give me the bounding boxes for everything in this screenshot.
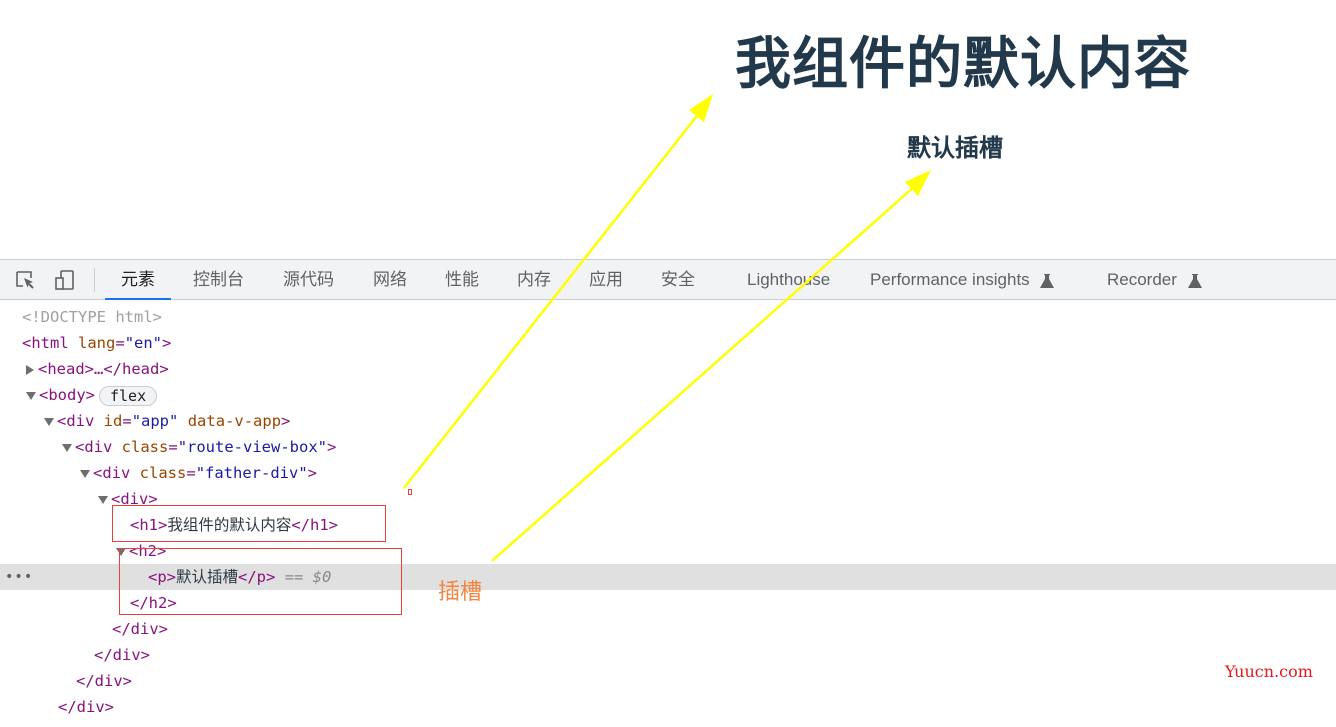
page-preview: 我组件的默认内容 默认插槽 [0,0,1336,259]
tree-node-div-close[interactable]: </div> [0,668,1336,694]
tab-network[interactable]: 网络 [373,260,407,299]
slot-annotation-label: 插槽 [438,580,483,605]
tree-node-div-close[interactable]: </div> [0,616,1336,642]
flask-icon [1187,273,1202,288]
tree-node-html[interactable]: <html lang="en"> [0,330,1336,356]
tab-performance-insights[interactable]: Performance insights [870,260,1055,299]
tab-label: Recorder [1107,270,1177,289]
tree-node-doctype[interactable]: <!DOCTYPE html> [0,304,1336,330]
tree-node-body[interactable]: <body> flex [0,382,1336,408]
annotation-marker [408,489,412,495]
device-toolbar-icon[interactable] [54,269,76,291]
collapse-arrow-icon[interactable] [62,443,72,452]
tab-label: Performance insights [870,270,1030,289]
tab-recorder[interactable]: Recorder [1107,260,1202,299]
tab-sources[interactable]: 源代码 [283,260,334,299]
tree-node-div-close[interactable]: </div> [0,694,1336,720]
collapse-arrow-icon[interactable] [98,495,108,504]
devtools-toolbar: 元素 控制台 源代码 网络 性能 内存 应用 安全 Lighthouse Per… [0,259,1336,300]
tab-console[interactable]: 控制台 [193,260,244,299]
tree-node-route-view-box[interactable]: <div class="route-view-box"> [0,434,1336,460]
annotation-box-h1 [112,505,386,542]
flex-badge[interactable]: flex [99,385,158,406]
flask-icon [1040,273,1055,288]
preview-heading-2: 默认插槽 [907,134,1003,162]
collapse-arrow-icon[interactable] [80,469,90,478]
expand-arrow-icon[interactable] [26,364,34,375]
toolbar-divider [94,268,95,292]
tab-elements[interactable]: 元素 [105,260,171,300]
tree-node-father-div[interactable]: <div class="father-div"> [0,460,1336,486]
more-options-icon[interactable]: ••• [5,564,33,590]
tree-node-div-close[interactable]: </div> [0,642,1336,668]
tab-application[interactable]: 应用 [589,260,623,299]
tab-performance[interactable]: 性能 [445,260,479,299]
preview-heading-1: 我组件的默认内容 [735,32,1191,97]
tree-node-head[interactable]: <head>…</head> [0,356,1336,382]
collapse-arrow-icon[interactable] [26,391,36,400]
inspect-element-icon[interactable] [14,269,36,291]
tree-node-app[interactable]: <div id="app" data-v-app> [0,408,1336,434]
tab-security[interactable]: 安全 [661,260,695,299]
watermark: Yuucn.com [1225,662,1313,681]
annotation-box-slot [119,548,402,615]
tab-memory[interactable]: 内存 [517,260,551,299]
collapse-arrow-icon[interactable] [44,417,54,426]
tab-lighthouse[interactable]: Lighthouse [747,260,830,299]
